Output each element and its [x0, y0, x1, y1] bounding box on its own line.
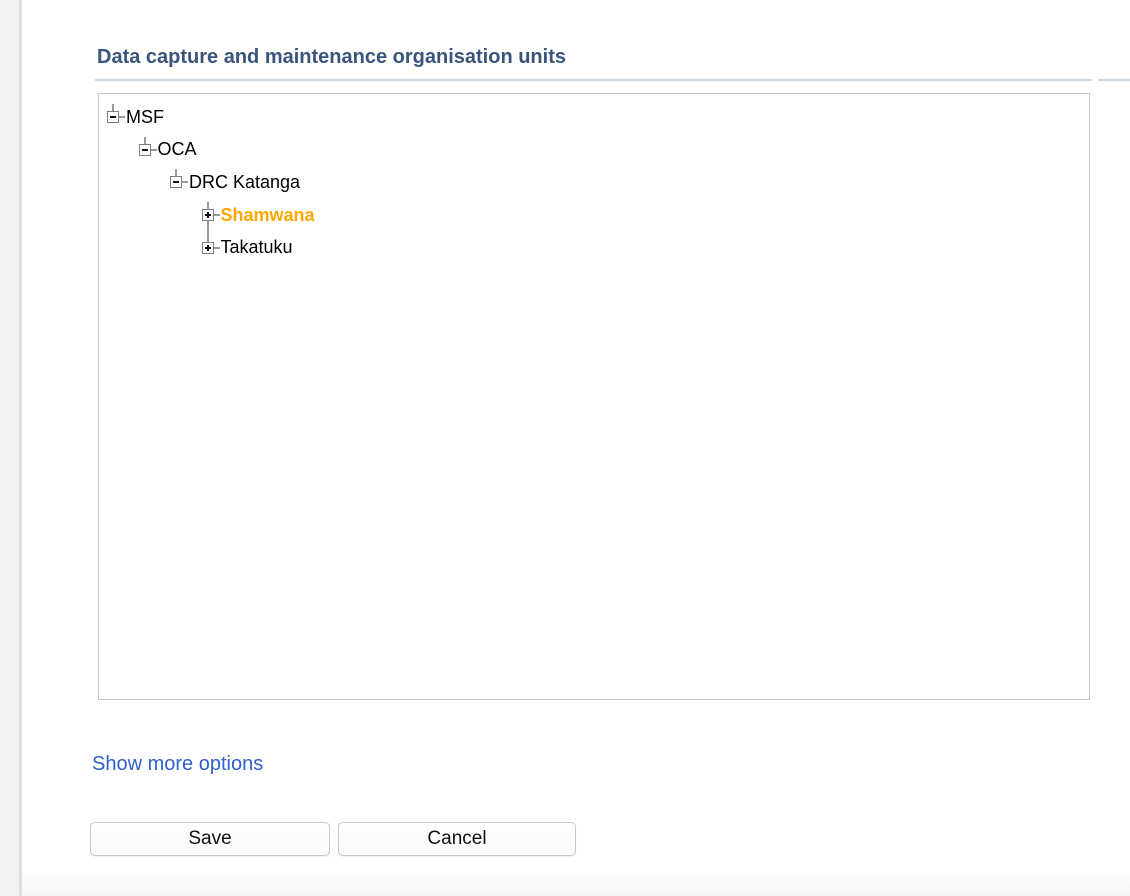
collapse-toggle-icon[interactable]: [170, 176, 182, 188]
save-button[interactable]: Save: [90, 822, 330, 856]
collapse-toggle-icon[interactable]: [107, 111, 119, 123]
tree-item-oca: OCA: [99, 134, 1089, 167]
footer-strip: [22, 873, 1130, 896]
tree-item-takatuku: Takatuku: [99, 231, 1089, 264]
tree-connector-line: [214, 247, 220, 249]
tree-connector-line: [207, 202, 209, 209]
tree-item-msf: MSF: [99, 101, 1089, 134]
collapse-toggle-icon[interactable]: [139, 144, 151, 156]
show-more-options-link[interactable]: Show more options: [92, 753, 263, 776]
cancel-button[interactable]: Cancel: [338, 822, 576, 856]
title-underline: [95, 79, 1092, 81]
tree-item-label[interactable]: MSF: [126, 107, 164, 128]
tree-connector-line: [207, 235, 209, 242]
tree-item-label[interactable]: OCA: [158, 139, 197, 160]
tree-connector-line: [175, 169, 177, 176]
page: Data capture and maintenance organisatio…: [0, 0, 1130, 896]
left-gutter-border: [19, 0, 22, 896]
tree-item-drc-katanga: DRC Katanga: [99, 166, 1089, 199]
tree-connector-line: [182, 181, 188, 183]
tree-item-shamwana: Shamwana: [99, 199, 1089, 232]
expand-toggle-icon[interactable]: [202, 209, 214, 221]
tree-item-label[interactable]: DRC Katanga: [189, 172, 300, 193]
tree-connector-line: [214, 214, 220, 216]
page-title: Data capture and maintenance organisatio…: [97, 46, 566, 69]
tree-item-label[interactable]: Takatuku: [221, 237, 293, 258]
tree-connector-line: [112, 104, 114, 111]
expand-toggle-icon[interactable]: [202, 242, 214, 254]
title-underline-right-segment: [1098, 79, 1130, 81]
org-unit-tree: MSF OCA DRC Katanga Shamwana Takatuku: [99, 101, 1089, 264]
tree-item-label[interactable]: Shamwana: [221, 205, 315, 226]
tree-connector-line: [151, 149, 157, 151]
tree-connector-line: [119, 116, 125, 118]
left-gutter: [0, 0, 19, 896]
org-unit-tree-panel: MSF OCA DRC Katanga Shamwana Takatuku: [98, 93, 1090, 700]
button-row: Save Cancel: [90, 822, 576, 856]
tree-connector-line: [144, 137, 146, 144]
